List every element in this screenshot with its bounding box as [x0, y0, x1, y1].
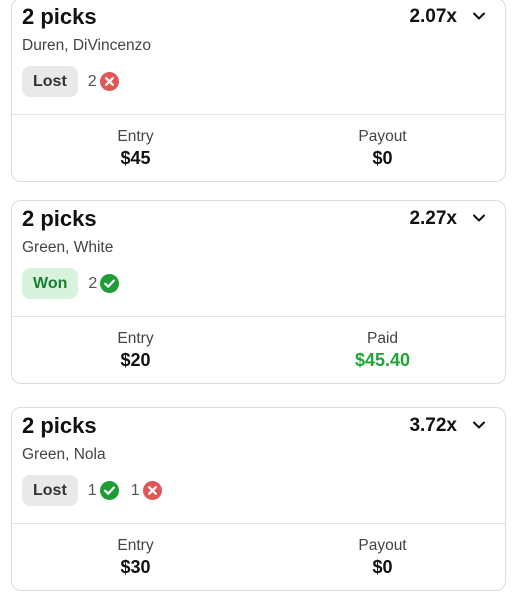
entry-card-header: 2 picks 2.07x Duren, DiVincenzo Lost 2: [12, 0, 505, 115]
entry-label: Entry: [117, 128, 154, 145]
payout-value: $0: [372, 557, 393, 577]
pick-count: 2: [88, 274, 98, 292]
picks-title: 2 picks: [22, 4, 97, 29]
chevron-down-icon[interactable]: [471, 8, 487, 24]
entry-value: $45: [120, 148, 151, 168]
picks-title: 2 picks: [22, 206, 97, 231]
entry-amount: Entry $30: [12, 536, 259, 579]
picks-title: 2 picks: [22, 413, 97, 438]
entry-card-header: 2 picks 2.27x Green, White Won 2: [12, 201, 505, 317]
entry-card[interactable]: 2 picks 2.27x Green, White Won 2 Entry $…: [11, 200, 506, 384]
pick-result: 2: [88, 72, 119, 91]
check-circle-icon: [100, 274, 120, 293]
entry-card[interactable]: 2 picks 3.72x Green, Nola Lost 1 1 Entry…: [11, 407, 506, 591]
entry-label: Entry: [117, 537, 154, 554]
entry-amount: Entry $20: [12, 329, 259, 372]
entry-card-footer: Entry $45 Payout $0: [12, 115, 505, 181]
x-circle-icon: [142, 481, 162, 500]
chevron-down-icon[interactable]: [471, 210, 487, 226]
payout-amount: Payout $0: [259, 536, 506, 579]
pick-result: 1: [131, 481, 162, 500]
entry-card[interactable]: 2 picks 2.07x Duren, DiVincenzo Lost 2 E…: [11, 0, 506, 182]
x-circle-icon: [99, 72, 119, 91]
pick-result: 2: [88, 274, 120, 293]
pick-count: 2: [87, 72, 97, 90]
entry-value: $20: [120, 350, 151, 370]
status-row: Won 2: [22, 268, 120, 299]
payout-amount: Paid $45.40: [259, 329, 506, 372]
chevron-down-icon[interactable]: [471, 417, 487, 433]
entry-card-header: 2 picks 3.72x Green, Nola Lost 1 1: [12, 408, 505, 524]
status-badge: Lost: [22, 66, 78, 97]
players-list: Green, Nola: [22, 446, 106, 463]
status-row: Lost 2: [22, 66, 119, 97]
players-list: Green, White: [22, 239, 114, 256]
payout-value: $0: [372, 148, 393, 168]
entry-amount: Entry $45: [12, 127, 259, 170]
check-circle-icon: [99, 481, 119, 500]
pick-count: 1: [87, 481, 97, 499]
payout-label: Payout: [358, 128, 407, 145]
multiplier: 2.07x: [409, 6, 457, 27]
entry-card-footer: Entry $30 Payout $0: [12, 524, 505, 590]
payout-label: Paid: [366, 330, 399, 347]
payout-amount: Payout $0: [259, 127, 506, 170]
payout-label: Payout: [358, 537, 407, 554]
pick-result: 1: [88, 481, 119, 500]
payout-value: $45.40: [354, 350, 411, 370]
entry-label: Entry: [117, 330, 154, 347]
status-badge: Lost: [22, 475, 78, 506]
multiplier: 2.27x: [409, 208, 457, 229]
status-row: Lost 1 1: [22, 475, 162, 506]
entry-card-footer: Entry $20 Paid $45.40: [12, 317, 505, 383]
pick-count: 1: [130, 481, 140, 499]
players-list: Duren, DiVincenzo: [22, 37, 151, 54]
multiplier: 3.72x: [409, 415, 457, 436]
entry-value: $30: [120, 557, 151, 577]
status-badge: Won: [22, 268, 79, 299]
